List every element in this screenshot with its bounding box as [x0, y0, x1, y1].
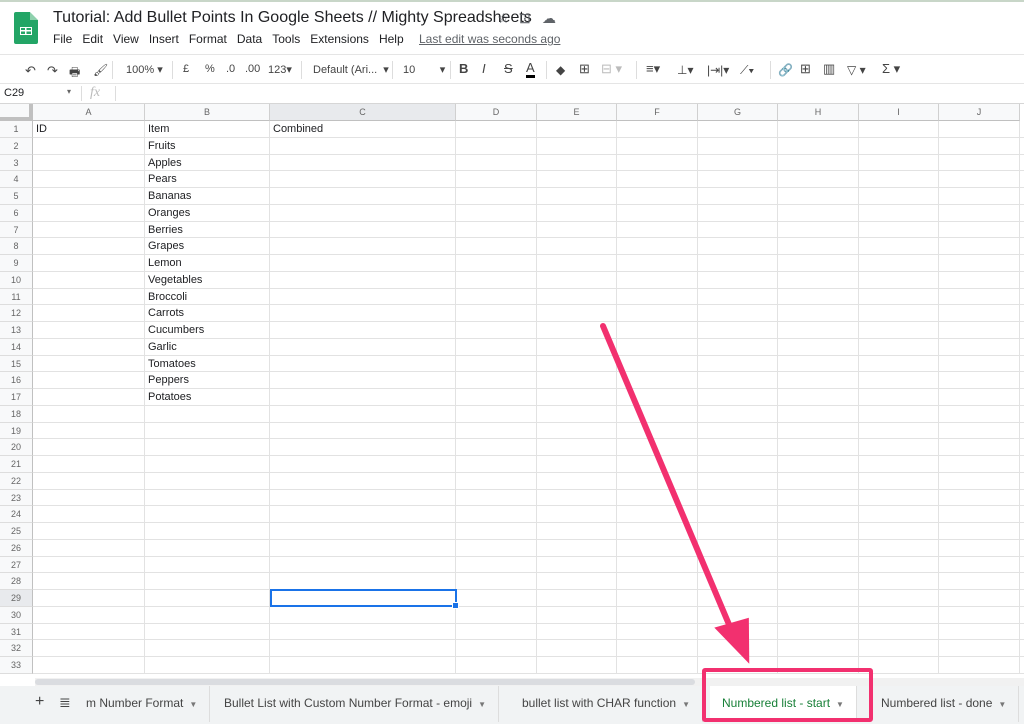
annotation-arrow: [600, 323, 750, 664]
annotation-highlight-box: [702, 668, 873, 722]
